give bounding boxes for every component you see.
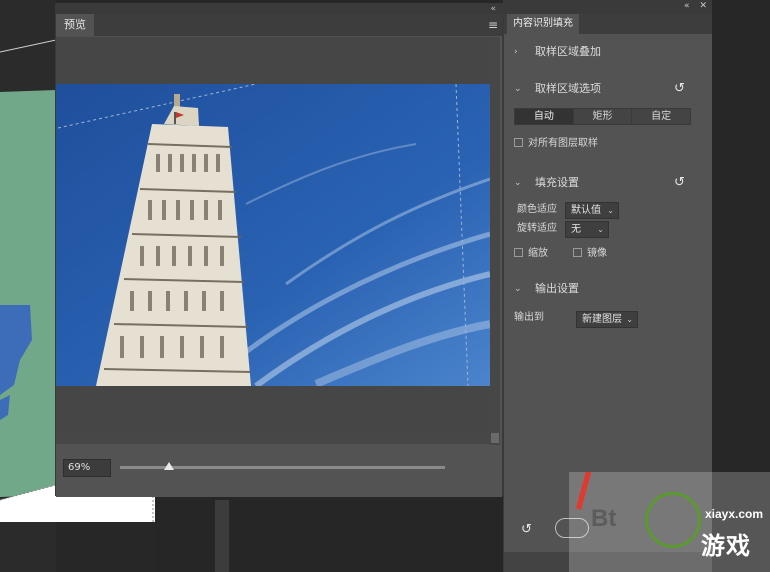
preview-tabbar: 预览 ≡ xyxy=(56,14,502,36)
preview-area xyxy=(56,37,490,435)
chevron-down-icon: ⌄ xyxy=(607,206,614,215)
caf-tabbar: 内容识别填充 xyxy=(504,14,712,34)
chevron-down-icon: ⌄ xyxy=(514,84,522,94)
checkbox-box[interactable] xyxy=(514,248,523,257)
canvas-edge xyxy=(215,500,229,572)
collapse-icon[interactable]: « xyxy=(679,0,695,14)
section-sampling-overlay[interactable]: › 取样区域叠加 xyxy=(504,42,713,62)
scale-checkbox[interactable]: 缩放 xyxy=(514,247,548,261)
sampling-area-segmented-control: 自动 矩形 自定 xyxy=(514,108,691,125)
preview-panel: « 预览 ≡ 69% xyxy=(55,3,503,497)
section-label: 填充设置 xyxy=(535,176,579,189)
zoom-input[interactable]: 69% xyxy=(63,459,111,477)
chevron-down-icon: ⌄ xyxy=(626,315,633,324)
zoom-controls: 69% xyxy=(56,445,502,497)
preview-horizontal-scrollbar[interactable] xyxy=(56,432,490,444)
select-value: 默认值 xyxy=(571,205,601,216)
watermark-bt-text: Bt xyxy=(591,505,617,532)
chevron-right-icon: › xyxy=(514,47,518,57)
section-sampling-options[interactable]: ⌄ 取样区域选项 ↺ xyxy=(504,79,713,99)
select-value: 新建图层 xyxy=(582,314,622,325)
section-output-settings[interactable]: ⌄ 输出设置 xyxy=(504,279,713,299)
scrollbar-thumb[interactable] xyxy=(491,433,499,443)
zoom-slider-thumb[interactable] xyxy=(163,462,174,470)
output-to-label: 输出到 xyxy=(514,312,544,323)
collapse-icon[interactable]: « xyxy=(490,4,502,14)
output-to-select[interactable]: 新建图层 ⌄ xyxy=(576,311,638,328)
checkbox-box[interactable] xyxy=(514,138,523,147)
rotation-adaptation-select[interactable]: 无 ⌄ xyxy=(565,221,609,238)
checkbox-box[interactable] xyxy=(573,248,582,257)
checkbox-label: 对所有图层取样 xyxy=(528,138,598,149)
watermark-domain: xiayx.com xyxy=(705,507,764,521)
rotation-adaptation-label: 旋转适应 xyxy=(517,223,557,234)
reset-all-icon[interactable]: ↺ xyxy=(521,522,532,537)
checkbox-label: 缩放 xyxy=(528,248,548,259)
site-watermark: Bt xiayx.com 游戏 xyxy=(569,472,770,572)
tab-preview[interactable]: 预览 xyxy=(56,14,94,36)
tab-content-aware-fill[interactable]: 内容识别填充 xyxy=(507,14,579,34)
section-label: 取样区域叠加 xyxy=(535,45,601,58)
segment-auto[interactable]: 自动 xyxy=(515,109,573,124)
sample-all-layers-checkbox[interactable]: 对所有图层取样 xyxy=(514,137,598,151)
mirror-checkbox[interactable]: 镜像 xyxy=(573,247,607,261)
watermark-logo-icon xyxy=(645,492,701,548)
close-icon[interactable]: ✕ xyxy=(694,0,712,14)
section-label: 输出设置 xyxy=(535,282,579,295)
panel-menu-icon[interactable]: ≡ xyxy=(488,18,498,32)
watermark-brand: 游戏 xyxy=(701,532,751,560)
color-adaptation-label: 颜色适应 xyxy=(517,204,557,215)
color-adaptation-select[interactable]: 默认值 ⌄ xyxy=(565,202,619,219)
select-value: 无 xyxy=(571,224,581,235)
segment-custom[interactable]: 自定 xyxy=(631,109,691,124)
chevron-down-icon: ⌄ xyxy=(514,284,522,294)
chevron-down-icon: ⌄ xyxy=(597,225,604,234)
segment-rectangle[interactable]: 矩形 xyxy=(572,109,632,124)
reset-icon[interactable]: ↺ xyxy=(674,176,685,189)
checkbox-label: 镜像 xyxy=(587,248,607,259)
reset-icon[interactable]: ↺ xyxy=(674,82,685,95)
section-fill-settings[interactable]: ⌄ 填充设置 ↺ xyxy=(504,173,713,193)
preview-image xyxy=(56,84,490,386)
canvas-bottom xyxy=(155,500,505,572)
chevron-down-icon: ⌄ xyxy=(514,178,522,188)
section-label: 取样区域选项 xyxy=(535,82,601,95)
preview-vertical-scrollbar[interactable] xyxy=(490,37,500,445)
caf-panel-header: « ✕ xyxy=(504,0,712,14)
preview-panel-header: « xyxy=(56,4,502,14)
